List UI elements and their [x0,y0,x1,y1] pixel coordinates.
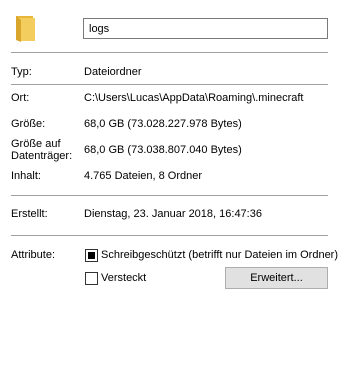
readonly-label[interactable]: Schreibgeschützt (betrifft nur Dateien i… [101,249,338,262]
location-label: Ort: [11,92,30,104]
readonly-checkbox[interactable] [85,249,98,262]
hidden-label[interactable]: Versteckt [101,272,146,285]
advanced-button[interactable]: Erweitert... [225,267,328,289]
size-on-disk-label-line2: Datenträger: [11,150,73,162]
created-value: Dienstag, 23. Januar 2018, 16:47:36 [84,208,262,220]
attributes-label: Attribute: [11,249,56,261]
location-value[interactable]: C:\Users\Lucas\AppData\Roaming\.minecraf… [84,92,303,105]
separator [11,235,328,236]
size-label: Größe: [11,118,46,130]
type-value: Dateiordner [84,66,142,78]
contents-value: 4.765 Dateien, 8 Ordner [84,170,203,182]
size-value: 68,0 GB (73.028.227.978 Bytes) [84,118,242,130]
type-label: Typ: [11,66,32,78]
size-on-disk-value: 68,0 GB (73.038.807.040 Bytes) [84,144,242,156]
separator [11,195,328,196]
folder-name-input[interactable] [83,18,328,39]
separator [11,84,328,85]
folder-icon [13,14,37,42]
contents-label: Inhalt: [11,170,41,182]
hidden-checkbox[interactable] [85,272,98,285]
indeterminate-mark-icon [88,252,95,259]
created-label: Erstellt: [11,208,48,220]
separator [11,52,328,53]
